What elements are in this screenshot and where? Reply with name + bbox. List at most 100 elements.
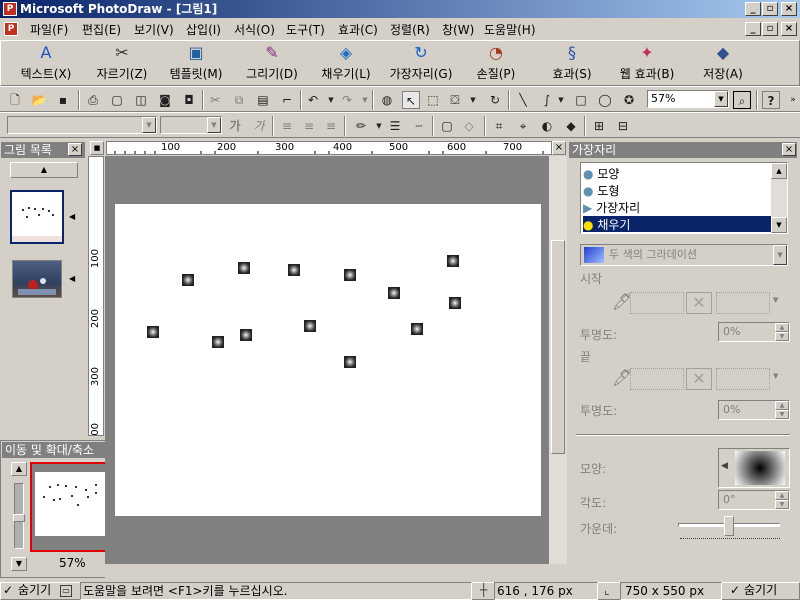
canvas-dot[interactable] bbox=[147, 326, 159, 338]
canvas-dot[interactable] bbox=[240, 329, 252, 341]
fill-button[interactable]: ◈ 채우기(L) bbox=[314, 43, 378, 85]
effects-button[interactable]: § 효과(S) bbox=[544, 43, 600, 85]
start-opacity-spinner[interactable]: 0% ▲ ▼ bbox=[718, 322, 790, 342]
camera-icon[interactable]: ◙ bbox=[156, 91, 174, 109]
hide-picture-list-button[interactable]: 숨기기 bbox=[18, 582, 51, 600]
scroll-up-button[interactable]: ▲ bbox=[771, 163, 787, 179]
print-preview-icon[interactable]: ▢ bbox=[108, 91, 126, 109]
zoom-in-button[interactable]: ▲ bbox=[11, 462, 27, 476]
canvas-dot[interactable] bbox=[344, 356, 356, 368]
canvas-dot[interactable] bbox=[212, 336, 224, 348]
zoom-out-button[interactable]: ▼ bbox=[11, 557, 27, 571]
canvas-dot[interactable] bbox=[411, 323, 423, 335]
menu-edit[interactable]: 편집(E) bbox=[82, 21, 121, 38]
menu-arrange[interactable]: 정렬(R) bbox=[390, 21, 430, 38]
edit-points-icon[interactable]: ⌗ bbox=[490, 117, 508, 135]
canvas-dot[interactable] bbox=[238, 262, 250, 274]
spin-down-icon[interactable]: ▼ bbox=[775, 332, 789, 341]
bold-button[interactable]: 가 bbox=[226, 117, 244, 135]
digital-camera-icon[interactable]: ◘ bbox=[180, 91, 198, 109]
angle-spinner[interactable]: 0° ▲ ▼ bbox=[718, 490, 790, 510]
font-size-combo[interactable]: ▼ bbox=[160, 116, 222, 134]
fill-type-combo[interactable]: 두 색의 그라데이션 ▼ bbox=[580, 244, 788, 266]
save-button[interactable]: ◆ 저장(A) bbox=[694, 43, 752, 85]
scroll-down-button[interactable]: ▼ bbox=[771, 217, 787, 233]
autoshape-icon[interactable]: ✪ bbox=[620, 91, 638, 109]
menu-help[interactable]: 도움말(H) bbox=[484, 21, 536, 38]
thumbnail-1-arrow-icon[interactable]: ◀ bbox=[69, 212, 75, 221]
canvas-dot[interactable] bbox=[304, 320, 316, 332]
zoom-slider-thumb[interactable] bbox=[13, 514, 25, 522]
copy-icon[interactable]: ⧉ bbox=[230, 91, 248, 109]
toolbar-options-icon[interactable]: » bbox=[784, 91, 800, 109]
ellipse-icon[interactable]: ◯ bbox=[596, 91, 614, 109]
curve-dropdown-icon[interactable]: ▼ bbox=[552, 91, 570, 109]
canvas-dot[interactable] bbox=[182, 274, 194, 286]
outline-button[interactable]: ↻ 가장자리(G) bbox=[384, 43, 458, 85]
line-icon[interactable]: ╲ bbox=[514, 91, 532, 109]
rotate-icon[interactable]: ↻ bbox=[486, 91, 504, 109]
chevron-down-icon[interactable]: ▼ bbox=[773, 372, 778, 380]
redo-icon[interactable]: ↷ bbox=[338, 91, 356, 109]
font-name-combo[interactable]: ▼ bbox=[7, 116, 157, 134]
scan-icon[interactable]: ◫ bbox=[132, 91, 150, 109]
chevron-down-icon[interactable]: ▼ bbox=[773, 245, 787, 265]
format-painter-icon[interactable]: ⌐ bbox=[278, 91, 296, 109]
document-icon[interactable]: P bbox=[4, 22, 18, 36]
align-center-icon[interactable]: ≡ bbox=[300, 117, 318, 135]
spin-up-icon[interactable]: ▲ bbox=[775, 491, 789, 500]
list-item-fill-selected[interactable]: ● 채우기 bbox=[583, 216, 771, 232]
option-list[interactable]: ● 모양 ● 도형 ▶ 가장자리 ● 채우기 ▲ ▼ bbox=[580, 162, 788, 234]
arrange-icon[interactable]: ◆ bbox=[562, 117, 580, 135]
draw-button[interactable]: ✎ 그리기(D) bbox=[238, 43, 306, 85]
templates-button[interactable]: ▣ 템플릿(M) bbox=[161, 43, 231, 85]
help-icon[interactable]: ? bbox=[762, 91, 780, 109]
canvas-dot[interactable] bbox=[388, 287, 400, 299]
canvas-dot[interactable] bbox=[449, 297, 461, 309]
web-effects-button[interactable]: ✦ 웹 효과(B) bbox=[611, 43, 683, 85]
restore-button[interactable]: ▫ bbox=[762, 2, 778, 16]
spin-down-icon[interactable]: ▼ bbox=[775, 410, 789, 419]
app-icon[interactable]: P bbox=[3, 2, 17, 16]
spin-up-icon[interactable]: ▲ bbox=[775, 323, 789, 332]
align-left-icon[interactable]: ≡ bbox=[278, 117, 296, 135]
menu-format[interactable]: 서식(O) bbox=[234, 21, 275, 38]
menu-file[interactable]: 파일(F) bbox=[30, 21, 68, 38]
crop-icon[interactable]: ⌖ bbox=[514, 117, 532, 135]
no-color-icon[interactable]: ✕ bbox=[686, 368, 712, 390]
cut-crop-button[interactable]: ✂ 자르기(Z) bbox=[86, 43, 158, 85]
menu-insert[interactable]: 삽입(I) bbox=[186, 21, 221, 38]
spin-up-icon[interactable]: ▲ bbox=[775, 401, 789, 410]
group-icon[interactable]: ⊞ bbox=[590, 117, 608, 135]
panel-toggle-icon[interactable]: ▭ bbox=[60, 585, 72, 597]
hide-icon[interactable]: ✓ bbox=[3, 582, 13, 600]
close-button[interactable]: × bbox=[781, 2, 797, 16]
zoom-slider-track[interactable] bbox=[13, 483, 25, 549]
chevron-down-icon[interactable]: ▼ bbox=[773, 296, 778, 304]
thumbnail-2[interactable] bbox=[12, 260, 62, 298]
end-color-grid[interactable] bbox=[630, 368, 684, 390]
menu-effects[interactable]: 효과(C) bbox=[338, 21, 378, 38]
line-color-icon[interactable]: ✏ bbox=[352, 117, 370, 135]
erase-icon[interactable]: ◐ bbox=[538, 117, 556, 135]
vertical-scroll-thumb[interactable] bbox=[551, 240, 565, 454]
vertical-scrollbar[interactable] bbox=[549, 156, 567, 564]
scroll-up-button[interactable]: ▲ bbox=[10, 162, 78, 178]
end-opacity-spinner[interactable]: 0% ▲ ▼ bbox=[718, 400, 790, 420]
start-custom-grid[interactable] bbox=[716, 292, 770, 314]
close-icon[interactable]: × bbox=[68, 143, 82, 156]
open-icon[interactable]: 📂 bbox=[30, 91, 48, 109]
end-custom-grid[interactable] bbox=[716, 368, 770, 390]
touchup-button[interactable]: ◔ 손질(P) bbox=[467, 43, 525, 85]
fill-dropdown-icon[interactable]: ▼ bbox=[464, 91, 482, 109]
list-item-shape[interactable]: ● 모양 bbox=[583, 165, 771, 181]
ungroup-icon[interactable]: ⊟ bbox=[614, 117, 632, 135]
pointer-icon[interactable]: ↖ bbox=[402, 91, 420, 109]
close-icon[interactable]: × bbox=[552, 141, 566, 155]
line-weight-icon[interactable]: ☰ bbox=[386, 117, 404, 135]
canvas-dot[interactable] bbox=[447, 255, 459, 267]
italic-button[interactable]: 가 bbox=[250, 117, 268, 135]
chevron-down-icon[interactable]: ▼ bbox=[714, 91, 728, 107]
undo-icon[interactable]: ↶ bbox=[304, 91, 322, 109]
menu-tools[interactable]: 도구(T) bbox=[286, 21, 325, 38]
